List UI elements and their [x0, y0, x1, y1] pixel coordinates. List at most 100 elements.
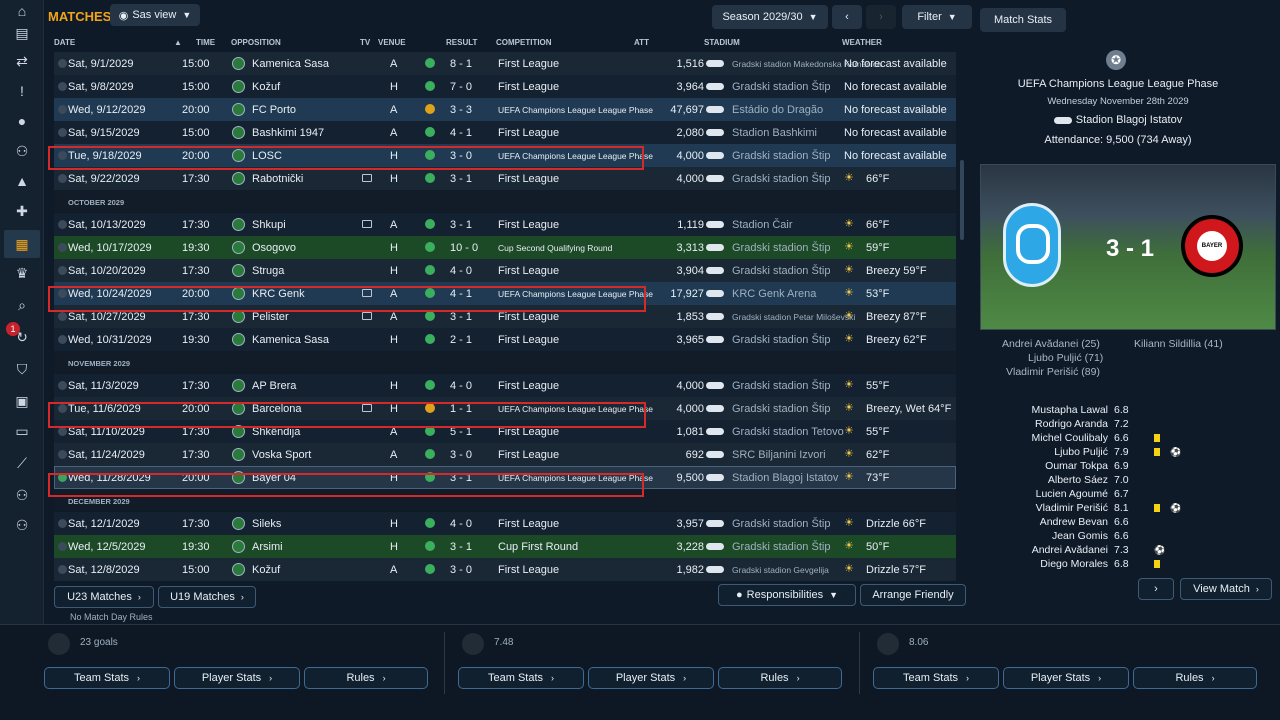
opposition-name: Kamenica Sasa — [252, 334, 330, 346]
squad-icon[interactable]: ⚇ — [10, 140, 34, 162]
row-check-icon — [58, 174, 67, 183]
chevron-down-icon: ▼ — [947, 12, 957, 22]
team-stats-button[interactable]: Team Stats › — [44, 667, 170, 689]
staff-u19-icon[interactable]: ⚇ — [10, 514, 34, 536]
player-stats-button[interactable]: Player Stats › — [1003, 667, 1129, 689]
tactics-icon[interactable]: ▲ — [10, 170, 34, 192]
table-row[interactable]: Sat, 9/15/2029 15:00 Bashkimi 1947 A 4 - 1 Fi… — [54, 121, 956, 144]
table-row[interactable]: Sat, 10/13/2029 17:30 Shkupi A 3 - 1 First Le… — [54, 213, 956, 236]
season-selector[interactable]: Season 2029/30 ▼ — [712, 5, 828, 29]
staff-u23-icon[interactable]: ⚇ — [10, 484, 34, 506]
player-stats-button[interactable]: Player Stats › — [174, 667, 300, 689]
col-tv[interactable]: TV — [360, 38, 370, 47]
player-rating-row[interactable]: Michel Coulibaly 6.6 — [1026, 432, 1226, 446]
scrollbar[interactable] — [960, 160, 964, 240]
table-row[interactable]: Sat, 12/1/2029 17:30 Sileks H 4 - 0 First Lea… — [54, 512, 956, 535]
home-icon[interactable]: ⌂ — [10, 0, 34, 22]
stadium-name: Gradski stadion Tetovo — [732, 426, 844, 438]
player-rating-row[interactable]: Alberto Sáez 7.0 — [1026, 474, 1226, 488]
attendance: 4,000 — [676, 150, 704, 162]
col-time[interactable]: TIME — [196, 38, 215, 47]
tv-icon — [362, 312, 372, 320]
player-rating-row[interactable]: Vladimir Perišić 8.1 ⚽ — [1026, 502, 1226, 516]
result-indicator-icon — [425, 242, 435, 252]
opposition-name: AP Brera — [252, 380, 297, 392]
medical-icon[interactable]: ✚ — [10, 200, 34, 222]
player-rating-row[interactable]: Diego Morales 6.8 — [1026, 558, 1226, 572]
trophy-icon[interactable]: ♛ — [10, 262, 34, 284]
filter-button[interactable]: Filter ▼ — [902, 5, 972, 29]
highlight-box — [48, 473, 644, 497]
yellow-card-icon — [1154, 560, 1160, 568]
ticket-icon[interactable]: ▭ — [10, 420, 34, 442]
score: 7 - 0 — [450, 81, 473, 93]
shield-icon[interactable]: ⛉ — [10, 358, 34, 380]
previous-button[interactable]: ‹ — [832, 5, 862, 29]
competition: First League — [498, 380, 560, 392]
attendance: 3,957 — [676, 518, 704, 530]
player-rating-row[interactable]: Andrei Avădanei 7.3 ⚽ — [1026, 544, 1226, 558]
player-stats-button[interactable]: Player Stats › — [588, 667, 714, 689]
player-rating-row[interactable]: Rodrigo Aranda 7.2 — [1026, 418, 1226, 432]
player-rating-row[interactable]: Jean Gomis 6.6 — [1026, 530, 1226, 544]
u23-matches-button[interactable]: U23 Matches › — [54, 586, 154, 608]
team-stats-button[interactable]: Team Stats › — [873, 667, 999, 689]
club-crest-icon — [232, 264, 245, 277]
next-match-button[interactable]: › — [1138, 578, 1174, 600]
attendance: 9,500 — [676, 472, 704, 484]
weather-text: No forecast available — [844, 58, 947, 70]
next-button[interactable]: › — [866, 5, 896, 29]
table-row[interactable]: Sat, 9/22/2029 17:30 Rabotnički H 3 - 1 First… — [54, 167, 956, 190]
alert-icon[interactable]: ! — [10, 80, 34, 102]
table-row[interactable]: Wed, 10/17/2029 19:30 Osogovo H 10 - 0 Cup Se… — [54, 236, 956, 259]
table-row[interactable]: Sat, 9/8/2029 15:00 Kožuf H 7 - 0 First Leagu… — [54, 75, 956, 98]
table-row[interactable]: Wed, 10/31/2029 19:30 Kamenica Sasa H 2 - 1 F… — [54, 328, 956, 351]
player-rating-row[interactable]: Ljubo Puljić 7.9 ⚽ — [1026, 446, 1226, 460]
table-row[interactable]: Sat, 9/1/2029 15:00 Kamenica Sasa A 8 - 1 Fir… — [54, 52, 956, 75]
weather-text: Drizzle 66°F — [866, 518, 927, 530]
calendar-icon[interactable]: ▦ — [4, 230, 40, 258]
transfers-icon[interactable]: ⇄ — [10, 50, 34, 72]
search-icon[interactable]: ⌕ — [10, 294, 34, 316]
match-image[interactable]: 3 - 1 BAYER — [980, 164, 1276, 330]
player-rating-row[interactable]: Oumar Tokpa 6.9 — [1026, 460, 1226, 474]
rules-button[interactable]: Rules › — [304, 667, 428, 689]
player-rating-row[interactable]: Lucien Agoumé 6.7 — [1026, 488, 1226, 502]
match-stats-button[interactable]: Match Stats — [980, 8, 1066, 32]
col-result[interactable]: RESULT — [446, 38, 477, 47]
player-rating-row[interactable]: Mustapha Lawal 6.8 — [1026, 404, 1226, 418]
refresh-icon[interactable]: ↻ 1 — [6, 322, 34, 348]
view-selector[interactable]: ◉ Sas view ▼ — [110, 4, 200, 26]
stadium-icon — [706, 520, 724, 527]
col-competition[interactable]: COMPETITION — [496, 38, 552, 47]
col-stadium[interactable]: STADIUM — [704, 38, 740, 47]
arrange-friendly-button[interactable]: Arrange Friendly — [860, 584, 966, 606]
result-indicator-icon — [425, 518, 435, 528]
finance-icon[interactable]: ▣ — [10, 390, 34, 412]
rules-button[interactable]: Rules › — [1133, 667, 1257, 689]
col-weather[interactable]: WEATHER — [842, 38, 882, 47]
view-match-button[interactable]: View Match › — [1180, 578, 1272, 600]
table-row[interactable]: Wed, 12/5/2029 19:30 Arsimi H 3 - 1 Cup First… — [54, 535, 956, 558]
col-venue[interactable]: VENUE — [378, 38, 406, 47]
col-opposition[interactable]: OPPOSITION — [231, 38, 281, 47]
club-icon[interactable]: ● — [10, 110, 34, 132]
u23-label: U23 Matches — [67, 591, 132, 603]
stadium-name: Gradski stadion Štip — [732, 334, 831, 346]
month-label: NOVEMBER 2029 — [68, 359, 131, 368]
table-row[interactable]: Sat, 10/20/2029 17:30 Struga H 4 - 0 First Le… — [54, 259, 956, 282]
trend-icon[interactable]: ⟋ — [10, 452, 34, 474]
opposition-name: Sileks — [252, 518, 282, 530]
responsibilities-button[interactable]: ● Responsibilities ▼ — [718, 584, 856, 606]
u19-matches-button[interactable]: U19 Matches › — [158, 586, 256, 608]
table-row[interactable]: Wed, 9/12/2029 20:00 FC Porto A 3 - 3 UEFA Ch… — [54, 98, 956, 121]
col-date[interactable]: DATE — [54, 38, 75, 47]
col-att[interactable]: ATT — [634, 38, 649, 47]
inbox-icon[interactable]: ▤ — [10, 22, 34, 44]
player-rating-row[interactable]: Andrew Bevan 6.6 — [1026, 516, 1226, 530]
rules-button[interactable]: Rules › — [718, 667, 842, 689]
team-stats-button[interactable]: Team Stats › — [458, 667, 584, 689]
table-row[interactable]: Sat, 12/8/2029 15:00 Kožuf A 3 - 0 First Leag… — [54, 558, 956, 581]
table-row[interactable]: Sat, 11/24/2029 17:30 Voska Sport A 3 - 0 Fir… — [54, 443, 956, 466]
table-row[interactable]: Sat, 11/3/2029 17:30 AP Brera H 4 - 0 First L… — [54, 374, 956, 397]
